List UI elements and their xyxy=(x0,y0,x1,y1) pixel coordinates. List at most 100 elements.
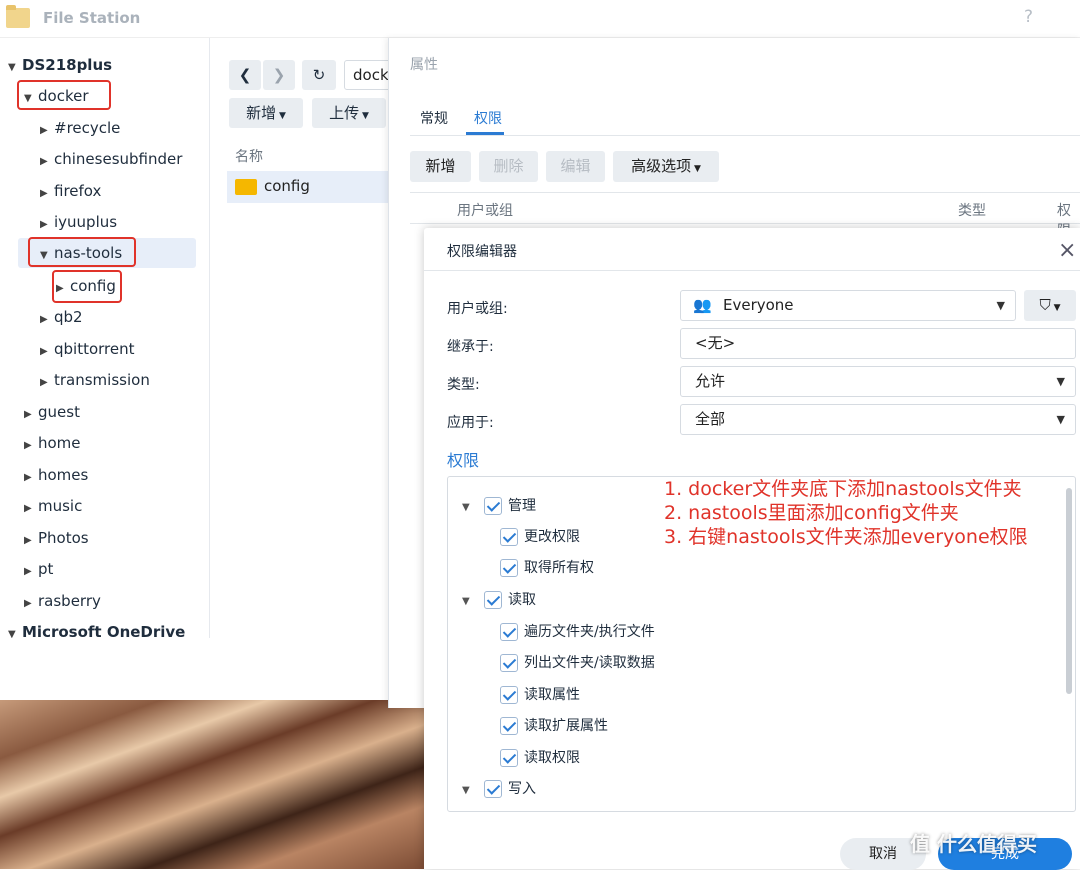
checkbox-checked[interactable] xyxy=(500,717,518,735)
caret-right-icon: ▶ xyxy=(24,440,32,451)
tree-root-onedrive[interactable]: ▼ Microsoft OneDrive xyxy=(8,617,185,638)
perm-group-read[interactable]: ▼ 读取 xyxy=(462,589,536,611)
tree-item-home[interactable]: ▶ home xyxy=(24,428,81,458)
caret-right-icon: ▶ xyxy=(40,377,48,388)
caret-right-icon: ▶ xyxy=(40,219,48,230)
checkbox-checked[interactable] xyxy=(500,623,518,641)
tree-item-music[interactable]: ▶ music xyxy=(24,491,82,521)
tree-root-ds218plus[interactable]: ▼ DS218plus xyxy=(8,50,112,80)
dropdown-arrow-icon: ▼ xyxy=(1056,375,1065,388)
column-header-name[interactable]: 名称 xyxy=(235,146,263,166)
caret-right-icon: ▶ xyxy=(40,346,48,357)
type-select[interactable]: 允许 ▼ xyxy=(680,366,1076,397)
perm-group-write[interactable]: ▼ 写入 xyxy=(462,778,536,800)
folder-app-icon xyxy=(6,5,30,28)
tree-item-homes[interactable]: ▶ homes xyxy=(24,460,88,490)
dialog-title: 权限编辑器 xyxy=(447,244,517,260)
annotation-box-docker xyxy=(17,80,111,110)
tree-item-transmission[interactable]: ▶ transmission xyxy=(40,365,150,395)
checkbox-checked[interactable] xyxy=(500,559,518,577)
perm-item[interactable]: 列出文件夹/读取数据 xyxy=(500,652,655,674)
checkbox-checked[interactable] xyxy=(500,654,518,672)
caret-right-icon: ▶ xyxy=(24,535,32,546)
tree-item-iyuuplus[interactable]: ▶ iyuuplus xyxy=(40,207,117,237)
apply-to-select[interactable]: 全部 ▼ xyxy=(680,404,1076,435)
caret-down-icon: ▼ xyxy=(8,629,16,638)
caret-right-icon: ▶ xyxy=(40,125,48,136)
tab-general[interactable]: 常规 xyxy=(420,108,448,128)
filter-button[interactable]: ⛉ ▼ xyxy=(1024,290,1076,321)
apply-to-label: 应用于: xyxy=(447,415,494,431)
caret-right-icon: ▶ xyxy=(24,566,32,577)
user-group-select[interactable]: 👥 Everyone ▼ xyxy=(680,290,1016,321)
tree-item-qb2[interactable]: ▶ qb2 xyxy=(40,302,83,332)
perm-item[interactable]: 取得所有权 xyxy=(500,557,594,579)
refresh-button[interactable]: ↻ xyxy=(302,60,336,90)
add-permission-button[interactable]: 新增 xyxy=(410,151,471,182)
perm-item[interactable]: 读取属性 xyxy=(500,684,580,706)
type-label: 类型: xyxy=(447,377,480,393)
tree-item-pt[interactable]: ▶ pt xyxy=(24,554,53,584)
tree-item-photos[interactable]: ▶ Photos xyxy=(24,523,89,553)
path-field[interactable]: dock xyxy=(344,60,394,90)
upload-menu-button[interactable]: 上传 ▼ xyxy=(312,98,386,128)
file-row[interactable]: config xyxy=(227,171,388,203)
dropdown-arrow-icon: ▼ xyxy=(996,299,1005,312)
column-user-or-group[interactable]: 用户或组 xyxy=(457,200,513,220)
tree-item-qbittorrent[interactable]: ▶ qbittorrent xyxy=(40,334,135,364)
perm-item[interactable]: 读取扩展属性 xyxy=(500,715,608,737)
desktop-wallpaper xyxy=(0,700,430,869)
back-button[interactable]: ❮ xyxy=(229,60,261,90)
perm-group-manage[interactable]: ▼ 管理 xyxy=(462,495,536,517)
inherit-label: 继承于: xyxy=(447,339,494,355)
file-list-pane xyxy=(211,38,391,658)
checkbox-checked[interactable] xyxy=(484,591,502,609)
delete-permission-button[interactable]: 删除 xyxy=(479,151,538,182)
chevron-right-icon: ❯ xyxy=(272,66,286,84)
folder-tree-sidebar: ▼ DS218plus ▼ docker ▶ #recycle ▶ chinesesub… xyxy=(0,38,210,638)
caret-right-icon: ▶ xyxy=(24,472,32,483)
annotation-step-3: 3. 右键nastools文件夹添加everyone权限 xyxy=(664,526,1028,548)
edit-permission-button[interactable]: 编辑 xyxy=(546,151,605,182)
tree-item-rasberry[interactable]: ▶ rasberry xyxy=(24,586,101,616)
caret-right-icon: ▶ xyxy=(40,188,48,199)
close-icon[interactable]: × xyxy=(1058,238,1076,263)
caret-right-icon: ▶ xyxy=(40,156,48,167)
caret-right-icon: ▶ xyxy=(24,503,32,514)
permission-table-header: 用户或组 类型 权限 xyxy=(410,192,1080,239)
new-menu-button[interactable]: 新增 ▼ xyxy=(229,98,303,128)
perm-item[interactable]: 遍历文件夹/执行文件 xyxy=(500,621,655,643)
tree-item-guest[interactable]: ▶ guest xyxy=(24,397,80,427)
filter-icon: ⛉ xyxy=(1039,296,1051,314)
tree-item-firefox[interactable]: ▶ firefox xyxy=(40,176,101,206)
caret-right-icon: ▶ xyxy=(24,409,32,420)
chevron-left-icon: ❮ xyxy=(238,66,252,84)
tree-item-recycle[interactable]: ▶ #recycle xyxy=(40,113,120,143)
caret-down-icon: ▼ xyxy=(462,596,470,607)
scrollbar[interactable] xyxy=(1066,488,1072,694)
title-bar xyxy=(0,0,1080,38)
help-icon[interactable]: ? xyxy=(1024,7,1033,27)
annotation-box-config xyxy=(52,270,122,303)
column-type[interactable]: 类型 xyxy=(958,200,986,220)
users-icon: 👥 xyxy=(693,296,712,314)
inherit-field: <无> xyxy=(680,328,1076,359)
perm-item[interactable]: 更改权限 xyxy=(500,526,580,548)
caret-right-icon: ▶ xyxy=(24,598,32,609)
checkbox-checked[interactable] xyxy=(484,780,502,798)
watermark-logo: 值 什么值得买 xyxy=(910,832,1037,856)
checkbox-checked[interactable] xyxy=(484,497,502,515)
perm-item[interactable]: 读取权限 xyxy=(500,747,580,769)
annotation-step-2: 2. nastools里面添加config文件夹 xyxy=(664,502,959,524)
checkbox-checked[interactable] xyxy=(500,528,518,546)
user-group-label: 用户或组: xyxy=(447,301,508,317)
dialog-divider xyxy=(424,270,1080,271)
tab-permissions[interactable]: 权限 xyxy=(474,108,502,128)
tree-item-chinesesubfinder[interactable]: ▶ chinesesubfinder xyxy=(40,144,182,174)
annotation-box-nas-tools xyxy=(28,237,136,267)
checkbox-checked[interactable] xyxy=(500,686,518,704)
checkbox-checked[interactable] xyxy=(500,749,518,767)
forward-button[interactable]: ❯ xyxy=(263,60,295,90)
advanced-options-button[interactable]: 高级选项 ▼ xyxy=(613,151,719,182)
caret-right-icon: ▶ xyxy=(40,314,48,325)
